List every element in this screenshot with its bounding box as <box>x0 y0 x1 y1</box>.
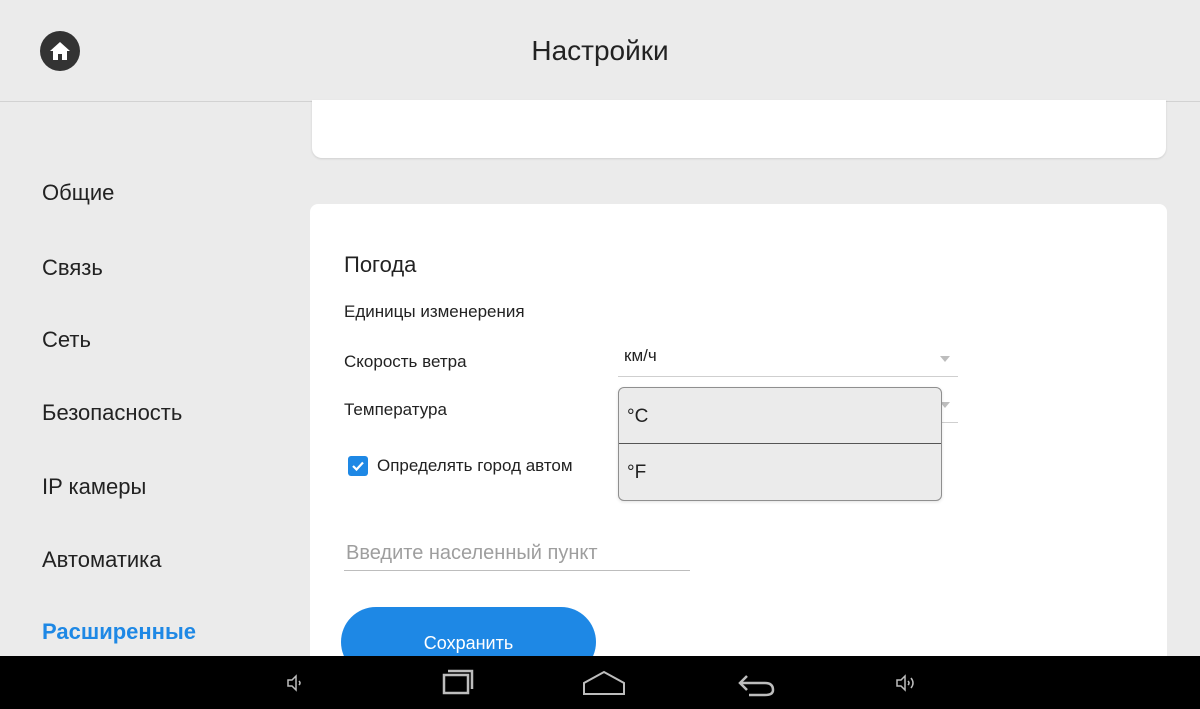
temperature-option-fahrenheit[interactable]: °F <box>619 444 941 500</box>
recent-apps-button[interactable] <box>432 656 484 709</box>
sidebar-item-security[interactable]: Безопасность <box>42 396 182 430</box>
home-icon <box>50 42 70 60</box>
volume-up-button[interactable] <box>886 656 926 709</box>
temperature-dropdown-menu: °C °F <box>618 387 942 501</box>
recent-apps-icon <box>442 669 474 694</box>
volume-up-icon <box>896 673 914 692</box>
auto-city-checkbox-row[interactable]: Определять город автом <box>348 456 573 476</box>
temperature-option-celsius[interactable]: °C <box>619 388 941 444</box>
volume-down-icon <box>287 673 301 692</box>
wind-speed-label: Скорость ветра <box>344 352 467 371</box>
wind-speed-value: км/ч <box>624 346 657 365</box>
sidebar-item-ip-cameras[interactable]: IP камеры <box>42 470 146 504</box>
sidebar-item-advanced[interactable]: Расширенные <box>42 615 196 649</box>
volume-down-button[interactable] <box>276 656 316 709</box>
dropdown-arrow-icon <box>940 356 950 362</box>
temperature-label: Температура <box>344 400 447 419</box>
system-navigation-bar <box>0 656 1200 709</box>
previous-settings-card <box>312 100 1166 158</box>
page-title: Настройки <box>531 34 669 66</box>
auto-city-label: Определять город автом <box>377 456 573 475</box>
city-input[interactable] <box>344 536 690 571</box>
home-nav-icon <box>583 670 625 695</box>
units-label: Единицы изменерения <box>344 302 525 321</box>
back-button[interactable] <box>730 656 782 709</box>
weather-section-title: Погода <box>344 252 417 277</box>
option-label: °C <box>627 406 649 427</box>
sidebar-item-network[interactable]: Сеть <box>42 323 91 357</box>
wind-speed-select[interactable]: км/ч <box>618 346 958 377</box>
top-bar: Настройки <box>0 0 1200 102</box>
home-button[interactable] <box>40 31 80 71</box>
checkbox-checked-icon[interactable] <box>348 456 368 476</box>
option-label: °F <box>627 462 647 483</box>
sidebar-item-automation[interactable]: Автоматика <box>42 543 162 577</box>
sidebar-item-general[interactable]: Общие <box>42 176 114 210</box>
home-nav-button[interactable] <box>578 656 630 709</box>
sidebar-item-connection[interactable]: Связь <box>42 251 103 285</box>
back-icon <box>738 674 775 696</box>
